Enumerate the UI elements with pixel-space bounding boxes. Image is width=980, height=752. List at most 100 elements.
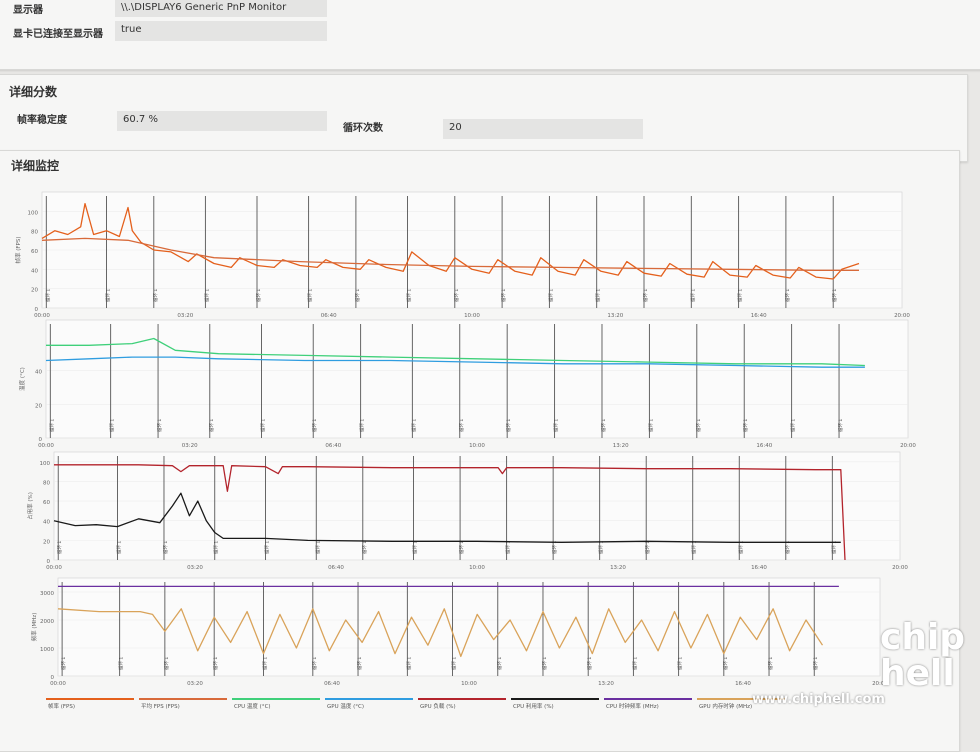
loop-marker-label: 循环 1: [405, 657, 412, 670]
loop-marker-label: 循环 1: [361, 541, 368, 554]
loop-marker-label: 循环 1: [412, 541, 419, 554]
y-tick-label: 20: [31, 288, 38, 294]
watermark-logo: chip hell: [880, 617, 966, 694]
chart-panel-3: 020406080100占用率 (%)00:00 03:20 06:40 10:00 1…: [26, 451, 908, 571]
loop-marker-label: 循环 1: [790, 419, 797, 432]
y-tick-label: 60: [31, 249, 38, 255]
legend-swatch: [418, 698, 506, 700]
x-tick-label: 10:00: [464, 313, 480, 319]
x-tick-label: 16:40: [751, 565, 767, 571]
y-tick-label: 60: [43, 500, 50, 506]
loop-marker-label: 循环 1: [458, 541, 465, 554]
loop-marker-label: 循环 1: [260, 419, 267, 432]
x-tick-label: 06:40: [321, 313, 337, 319]
x-tick-label: 13:20: [598, 681, 614, 687]
chart-panel-1: 020406080100帧率 (FPS)00:00 03:20 06:40 10:00…: [14, 191, 910, 319]
loop-marker-label: 循环 1: [496, 657, 503, 670]
loop-marker-label: 循环 1: [837, 419, 844, 432]
x-tick-label: 20:00: [894, 313, 910, 319]
y-axis-label: 温度 (°C): [18, 367, 26, 391]
x-tick-label: 03:20: [182, 443, 198, 449]
y-tick-label: 40: [31, 268, 38, 274]
x-tick-label: 00:00: [50, 681, 66, 687]
x-tick-label: 06:40: [328, 565, 344, 571]
x-tick-label: 20:00: [900, 443, 916, 449]
loop-marker-label: 循环 1: [505, 541, 512, 554]
y-tick-label: 100: [28, 210, 39, 216]
loop-marker-label: 循环 1: [48, 419, 55, 432]
loop-marker-label: 循环 1: [311, 419, 318, 432]
loop-marker-label: 循环 1: [642, 289, 649, 302]
y-tick-label: 40: [43, 520, 50, 526]
y-tick-label: 80: [31, 230, 38, 236]
loop-marker-label: 循环 1: [598, 541, 605, 554]
legend-swatch: [232, 698, 320, 700]
loop-marker-label: 循环 1: [500, 289, 507, 302]
loop-marker-label: 循环 1: [547, 289, 554, 302]
x-tick-label: 13:20: [607, 313, 623, 319]
loop-marker-label: 循环 1: [505, 419, 512, 432]
loop-marker-label: 循环 1: [586, 657, 593, 670]
loop-marker-label: 循环 1: [44, 289, 51, 302]
loop-marker-label: 循环 1: [595, 289, 602, 302]
loop-marker-label: 循环 1: [156, 419, 163, 432]
loop-marker-label: 循环 1: [631, 657, 638, 670]
loop-marker-label: 循环 1: [647, 419, 654, 432]
y-tick-label: 3000: [40, 591, 54, 597]
legend-label: CPU 利用率 (%): [513, 702, 554, 710]
loop-marker-label: 循环 1: [784, 289, 791, 302]
x-tick-label: 13:20: [613, 443, 629, 449]
loop-marker-label: 循环 1: [541, 657, 548, 670]
legend-swatch: [46, 698, 134, 700]
legend-label: 帧率 (FPS): [48, 702, 75, 710]
loop-marker-label: 循环 1: [212, 657, 219, 670]
plot-area: [57, 577, 881, 677]
loop-marker-label: 循环 1: [311, 657, 318, 670]
loop-marker-label: 循环 1: [677, 657, 684, 670]
chart-legend: 帧率 (FPS) 平均 FPS (FPS) CPU 温度 (°C) GPU 温度 (°…: [46, 698, 785, 710]
loop-marker-label: 循环 1: [453, 289, 460, 302]
loop-marker-label: 循环 1: [152, 289, 159, 302]
plot-area: [45, 319, 909, 439]
legend-label: CPU 时钟频率 (MHz): [606, 702, 659, 710]
y-tick-label: 1000: [40, 647, 54, 653]
loop-marker-label: 循环 1: [118, 657, 125, 670]
loop-marker-label: 循环 1: [553, 419, 560, 432]
loop-marker-label: 循环 1: [208, 419, 215, 432]
loop-marker-label: 循环 1: [600, 419, 607, 432]
loop-marker-label: 循环 1: [314, 541, 321, 554]
y-axis-label: 帧率 (FPS): [14, 236, 22, 263]
legend-label: GPU 内存时钟 (MHz): [699, 702, 752, 710]
loop-marker-label: 循环 1: [742, 419, 749, 432]
loop-marker-label: 循环 1: [255, 289, 262, 302]
chart-panel-2: 02040温度 (°C)00:00 03:20 06:40 10:00 13:20 16:…: [18, 319, 916, 449]
legend-swatch: [511, 698, 599, 700]
x-tick-label: 00:00: [34, 313, 50, 319]
x-tick-label: 03:20: [177, 313, 193, 319]
loop-marker-label: 循环 1: [60, 657, 67, 670]
legend-label: CPU 温度 (°C): [234, 702, 271, 710]
y-tick-label: 80: [43, 480, 50, 486]
loop-marker-label: 循环 1: [354, 289, 361, 302]
x-tick-label: 00:00: [38, 443, 54, 449]
y-tick-label: 100: [40, 461, 51, 467]
loop-marker-label: 循环 1: [162, 541, 169, 554]
x-tick-label: 10:00: [469, 565, 485, 571]
watermark-url: www.chiphell.com: [752, 692, 885, 707]
loop-marker-label: 循环 1: [458, 419, 465, 432]
x-tick-label: 13:20: [610, 565, 626, 571]
loop-marker-label: 循环 1: [163, 657, 170, 670]
loop-marker-label: 循环 1: [56, 541, 63, 554]
loop-marker-label: 循环 1: [831, 289, 838, 302]
loop-marker-label: 循环 1: [410, 419, 417, 432]
loop-marker-label: 循环 1: [812, 657, 819, 670]
chart-panel-4: 0100020003000频率 (MHz)00:00 03:20 06:40 10:0…: [30, 577, 888, 687]
x-tick-label: 16:40: [735, 681, 751, 687]
legend-swatch: [325, 698, 413, 700]
legend-label: GPU 温度 (°C): [327, 702, 364, 710]
loop-marker-label: 循环 1: [695, 419, 702, 432]
y-tick-label: 40: [35, 370, 42, 376]
x-tick-label: 00:00: [46, 565, 62, 571]
x-tick-label: 06:40: [324, 681, 340, 687]
legend-label: GPU 负载 (%): [420, 702, 456, 710]
